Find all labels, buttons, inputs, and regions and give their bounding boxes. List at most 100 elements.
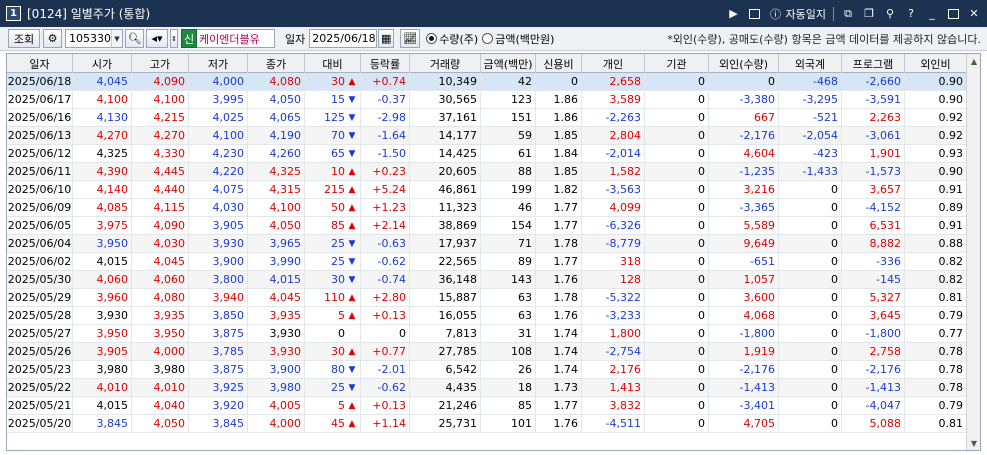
pin-icon[interactable]: ⚲ bbox=[883, 7, 897, 21]
amount-cell: 61 bbox=[481, 145, 536, 162]
stock-code-combo[interactable]: 105330 ▼ bbox=[65, 29, 123, 48]
foreign-ratio-cell: 0.88 bbox=[905, 235, 967, 252]
open-cell: 3,950 bbox=[73, 235, 132, 252]
change-value: 125 bbox=[324, 111, 345, 124]
table-row[interactable]: 2025/05/22 4,010 4,010 3,925 3,980 25 ▼ -0.62 4,… bbox=[7, 379, 967, 397]
vertical-scrollbar[interactable]: ▲ ▼ bbox=[966, 54, 980, 450]
radio-quantity-label: 수량(주) bbox=[439, 32, 479, 46]
table-row[interactable]: 2025/05/20 3,845 4,050 3,845 4,000 45 ▲ +1.14 25… bbox=[7, 415, 967, 433]
chevron-down-icon[interactable]: ▼ bbox=[111, 30, 122, 47]
program-cell: -2,176 bbox=[842, 361, 905, 378]
spin-icon[interactable]: ⇕ bbox=[170, 29, 178, 48]
volume-cell: 21,246 bbox=[410, 397, 481, 414]
open-cell: 4,010 bbox=[73, 379, 132, 396]
low-cell: 4,075 bbox=[189, 181, 248, 198]
foreign-qty-cell: 0 bbox=[709, 73, 779, 90]
change-cell: 85 ▲ bbox=[305, 217, 361, 234]
query-button[interactable]: 조회 bbox=[8, 29, 40, 48]
column-header[interactable]: 시가 bbox=[73, 54, 132, 73]
open-cell: 4,325 bbox=[73, 145, 132, 162]
table-row[interactable]: 2025/05/23 3,980 3,980 3,875 3,900 80 ▼ -2.01 6,… bbox=[7, 361, 967, 379]
amount-cell: 26 bbox=[481, 361, 536, 378]
column-header[interactable]: 거래량 bbox=[410, 54, 481, 73]
individual-cell: -4,511 bbox=[582, 415, 645, 432]
column-header[interactable]: 고가 bbox=[132, 54, 189, 73]
table-row[interactable]: 2025/06/13 4,270 4,270 4,100 4,190 70 ▼ -1.64 14… bbox=[7, 127, 967, 145]
amount-cell: 85 bbox=[481, 397, 536, 414]
date-field[interactable]: 2025/06/18 bbox=[309, 29, 378, 48]
volume-cell: 11,323 bbox=[410, 199, 481, 216]
table-row[interactable]: 2025/06/05 3,975 4,090 3,905 4,050 85 ▲ +2.14 38… bbox=[7, 217, 967, 235]
table-row[interactable]: 2025/06/16 4,130 4,215 4,025 4,065 125 ▼ -2.98 3… bbox=[7, 109, 967, 127]
column-header[interactable]: 개인 bbox=[582, 54, 645, 73]
table-row[interactable]: 2025/06/11 4,390 4,445 4,220 4,325 10 ▲ +0.23 20… bbox=[7, 163, 967, 181]
table-row[interactable]: 2025/06/17 4,100 4,100 3,995 4,050 15 ▼ -0.37 30… bbox=[7, 91, 967, 109]
scroll-up-icon[interactable]: ▲ bbox=[967, 54, 981, 68]
foreign-ratio-cell: 0.81 bbox=[905, 415, 967, 432]
stock-name-field[interactable]: 케이엔더블유 bbox=[197, 29, 275, 48]
column-header[interactable]: 프로그램 bbox=[842, 54, 905, 73]
settings-gear-icon[interactable]: ⚙ bbox=[43, 29, 62, 48]
speaker-dropdown-icon[interactable]: ◂▾ bbox=[146, 29, 168, 48]
table-row[interactable]: 2025/05/29 3,960 4,080 3,940 4,045 110 ▲ +2.80 1… bbox=[7, 289, 967, 307]
grid-icon[interactable] bbox=[748, 7, 762, 21]
duplicate-window-icon[interactable]: ❐ bbox=[862, 7, 876, 21]
column-header[interactable]: 일자 bbox=[7, 54, 73, 73]
minimize-icon[interactable]: _ bbox=[925, 7, 939, 21]
auto-log-label: 자동일지 bbox=[785, 7, 826, 21]
table-row[interactable]: 2025/05/30 4,060 4,060 3,800 4,015 30 ▼ -0.74 36… bbox=[7, 271, 967, 289]
table-row[interactable]: 2025/06/12 4,325 4,330 4,230 4,260 65 ▼ -1.50 14… bbox=[7, 145, 967, 163]
column-header[interactable]: 저가 bbox=[189, 54, 248, 73]
institution-cell: 0 bbox=[645, 127, 709, 144]
table-row[interactable]: 2025/05/28 3,930 3,935 3,850 3,935 5 ▲ +0.13 16,… bbox=[7, 307, 967, 325]
daily-price-grid: 일자 시가 고가 저가 종가 대비 등락률 거래량 금액(백만) 신용비 개인 기관 외인(수량) 외국계… bbox=[6, 53, 981, 451]
chart-icon[interactable]: 📈︎ bbox=[400, 29, 421, 48]
calendar-icon[interactable]: ▦ bbox=[378, 29, 395, 48]
scroll-down-icon[interactable]: ▼ bbox=[967, 436, 981, 450]
arrow-right-icon[interactable]: ▶ bbox=[727, 7, 741, 21]
triangle-up-icon: ▲ bbox=[348, 202, 356, 213]
institution-cell: 0 bbox=[645, 361, 709, 378]
column-header[interactable]: 대비 bbox=[305, 54, 361, 73]
help-icon[interactable]: ? bbox=[904, 7, 918, 21]
foreign-qty-cell: -2,176 bbox=[709, 127, 779, 144]
table-row[interactable]: 2025/06/10 4,140 4,440 4,075 4,315 215 ▲ +5.24 4… bbox=[7, 181, 967, 199]
rate-cell: -0.62 bbox=[361, 379, 410, 396]
low-cell: 4,025 bbox=[189, 109, 248, 126]
close-icon[interactable]: ✕ bbox=[967, 7, 981, 21]
table-row[interactable]: 2025/05/27 3,950 3,950 3,875 3,930 0 0 7,813 31 1… bbox=[7, 325, 967, 343]
column-header[interactable]: 금액(백만) bbox=[481, 54, 536, 73]
radio-amount[interactable]: 금액(백만원) bbox=[482, 31, 554, 47]
auto-log-button[interactable]: ⓘ 자동일지 bbox=[769, 6, 826, 22]
date-cell: 2025/05/29 bbox=[7, 289, 73, 306]
table-row[interactable]: 2025/06/02 4,015 4,045 3,900 3,990 25 ▼ -0.62 22… bbox=[7, 253, 967, 271]
date-cell: 2025/05/27 bbox=[7, 325, 73, 342]
table-row[interactable]: 2025/06/09 4,085 4,115 4,030 4,100 50 ▲ +1.23 11… bbox=[7, 199, 967, 217]
volume-cell: 38,869 bbox=[410, 217, 481, 234]
credit-ratio-cell: 1.78 bbox=[536, 289, 582, 306]
foreign-qty-cell: 1,919 bbox=[709, 343, 779, 360]
table-row[interactable]: 2025/06/18 4,045 4,090 4,000 4,080 30 ▲ +0.74 10… bbox=[7, 73, 967, 91]
column-header[interactable]: 외인(수량) bbox=[709, 54, 779, 73]
volume-cell: 7,813 bbox=[410, 325, 481, 342]
column-header[interactable]: 외국계 bbox=[779, 54, 842, 73]
institution-cell: 0 bbox=[645, 91, 709, 108]
column-header[interactable]: 신용비 bbox=[536, 54, 582, 73]
rate-cell: -2.98 bbox=[361, 109, 410, 126]
link-window-icon[interactable]: ⧉ bbox=[841, 7, 855, 21]
close-cell: 3,965 bbox=[248, 235, 305, 252]
high-cell: 4,445 bbox=[132, 163, 189, 180]
program-cell: -336 bbox=[842, 253, 905, 270]
table-row[interactable]: 2025/06/04 3,950 4,030 3,930 3,965 25 ▼ -0.63 17… bbox=[7, 235, 967, 253]
table-row[interactable]: 2025/05/26 3,905 4,000 3,785 3,930 30 ▲ +0.77 27… bbox=[7, 343, 967, 361]
column-header[interactable]: 종가 bbox=[248, 54, 305, 73]
radio-quantity[interactable]: 수량(주) bbox=[426, 31, 478, 47]
foreign-qty-cell: 4,604 bbox=[709, 145, 779, 162]
column-header[interactable]: 등락률 bbox=[361, 54, 410, 73]
column-header[interactable]: 외인비 bbox=[905, 54, 967, 73]
search-icon[interactable]: 🔍︎ bbox=[125, 29, 144, 48]
maximize-icon[interactable] bbox=[946, 7, 960, 21]
divider bbox=[833, 6, 834, 21]
column-header[interactable]: 기관 bbox=[645, 54, 709, 73]
table-row[interactable]: 2025/05/21 4,015 4,040 3,920 4,005 5 ▲ +0.13 21,… bbox=[7, 397, 967, 415]
